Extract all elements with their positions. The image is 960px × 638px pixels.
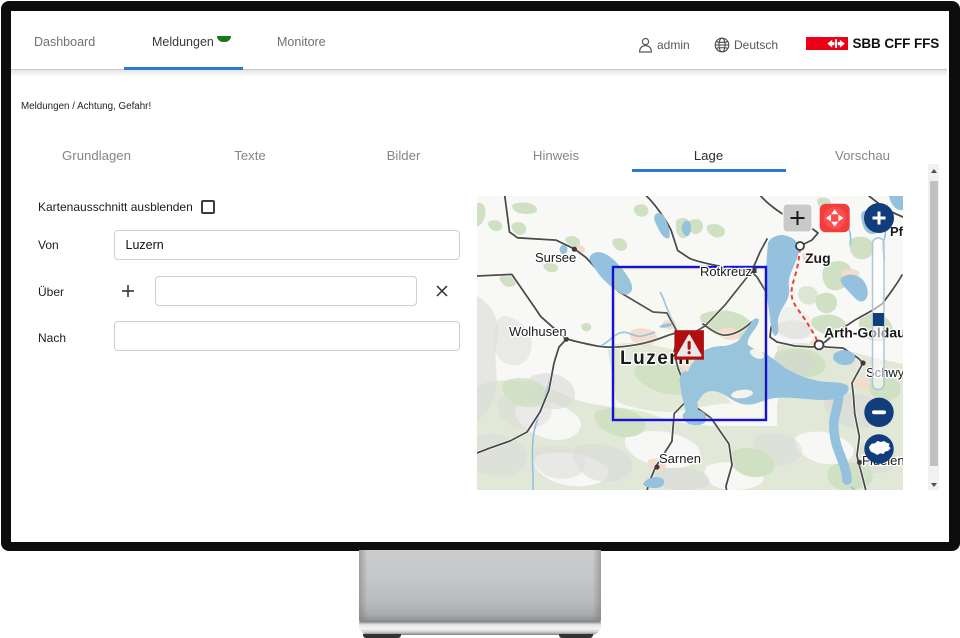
svg-text:Sarnen: Sarnen	[659, 451, 701, 466]
svg-text:Zug: Zug	[805, 250, 831, 266]
svg-text:Rotkreuz: Rotkreuz	[700, 264, 752, 279]
svg-text:Pf: Pf	[890, 224, 903, 239]
svg-text:Sursee: Sursee	[535, 250, 576, 265]
svg-text:Wolhusen: Wolhusen	[509, 324, 567, 339]
svg-text:Arth-Goldau: Arth-Goldau	[824, 325, 903, 341]
